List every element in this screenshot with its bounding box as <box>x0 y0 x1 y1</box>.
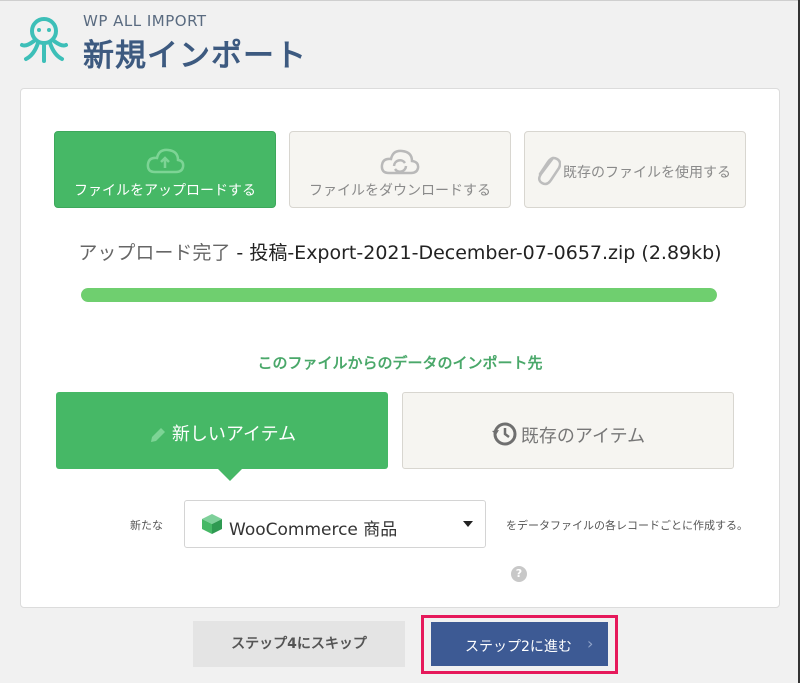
brand-name: WP ALL IMPORT <box>83 12 207 30</box>
existing-items-label: 既存のアイテム <box>520 426 646 447</box>
help-icon[interactable]: ? <box>511 566 527 582</box>
chevron-right-icon: › <box>587 634 594 653</box>
paperclip-icon <box>538 156 561 186</box>
cube-icon <box>202 514 222 534</box>
import-destination-label: このファイルからのデータのインポート先 <box>257 354 543 372</box>
post-type-value: WooCommerce 商品 <box>229 520 398 540</box>
upload-filesize: (2.89kb) <box>641 242 722 264</box>
post-type-prefix: 新たな <box>130 519 163 532</box>
chevron-down-icon <box>463 521 473 527</box>
new-items-button[interactable]: 新しいアイテム <box>56 392 388 481</box>
post-type-suffix: をデータファイルの各レコードごとに作成する。 <box>506 519 748 532</box>
octopus-logo-icon <box>20 17 68 63</box>
continue-step2-label: ステップ2に進む <box>465 639 572 655</box>
top-border <box>0 0 800 1</box>
page-title: 新規インポート <box>83 38 307 74</box>
use-existing-file-button[interactable]: 既存のファイルを使用する <box>524 131 746 208</box>
upload-filename: 投稿-Export-2021-December-07-0657.zip <box>249 242 636 264</box>
pencil-icon <box>150 428 165 442</box>
cloud-upload-icon <box>146 148 185 174</box>
new-items-label: 新しいアイテム <box>171 424 297 445</box>
upload-progress-fill <box>81 288 717 302</box>
download-file-label: ファイルをダウンロードする <box>309 183 491 199</box>
download-file-button[interactable]: ファイルをダウンロードする <box>289 131 511 208</box>
continue-step2-button[interactable]: ステップ2に進む › <box>431 622 608 666</box>
upload-separator: - <box>230 242 250 264</box>
upload-file-label: ファイルをアップロードする <box>74 183 256 199</box>
cloud-download-icon <box>380 149 420 175</box>
use-existing-file-label: 既存のファイルを使用する <box>563 165 731 181</box>
history-icon <box>491 422 517 446</box>
upload-file-button[interactable]: ファイルをアップロードする <box>54 131 276 208</box>
upload-status: アップロード完了 - 投稿-Export-2021-December-07-06… <box>0 238 800 265</box>
upload-progress-bar <box>81 288 717 302</box>
upload-complete-text: アップロード完了 <box>78 242 231 264</box>
existing-items-button[interactable]: 既存のアイテム <box>402 392 734 469</box>
skip-to-step4-button[interactable]: ステップ4にスキップ <box>193 621 405 667</box>
post-type-select[interactable]: WooCommerce 商品 <box>184 500 486 548</box>
